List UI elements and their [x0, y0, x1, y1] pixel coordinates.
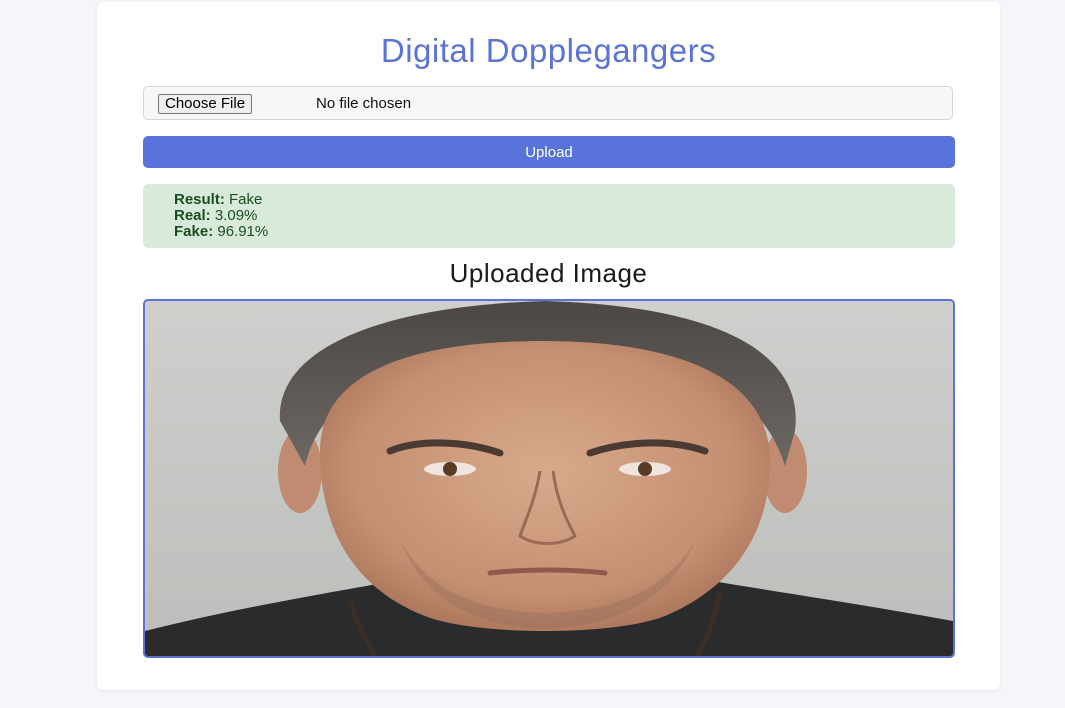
page-title: Digital Dopplegangers: [380, 32, 717, 69]
fake-value: 96.91%: [217, 223, 269, 240]
main-card: Digital Dopplegangers Choose File No fil…: [97, 2, 1000, 690]
result-panel: Result: Fake Real: 3.09% Fake: 96.91%: [143, 184, 955, 248]
real-label: Real:: [174, 207, 211, 224]
file-status-text: No file chosen: [316, 95, 412, 112]
fake-line: Fake: 96.91%: [174, 224, 955, 240]
uploaded-image-heading: Uploaded Image: [449, 258, 648, 288]
result-value: Fake: [229, 191, 263, 208]
choose-file-button[interactable]: Choose File: [158, 94, 253, 114]
upload-button[interactable]: Upload: [143, 136, 955, 168]
fake-label: Fake:: [174, 223, 214, 240]
real-line: Real: 3.09%: [174, 208, 955, 224]
uploaded-image: [143, 299, 955, 658]
result-label: Result:: [174, 191, 225, 208]
file-input[interactable]: Choose File No file chosen: [143, 86, 953, 120]
real-value: 3.09%: [214, 207, 258, 224]
portrait-illustration: [145, 301, 953, 656]
result-line: Result: Fake: [174, 192, 955, 208]
